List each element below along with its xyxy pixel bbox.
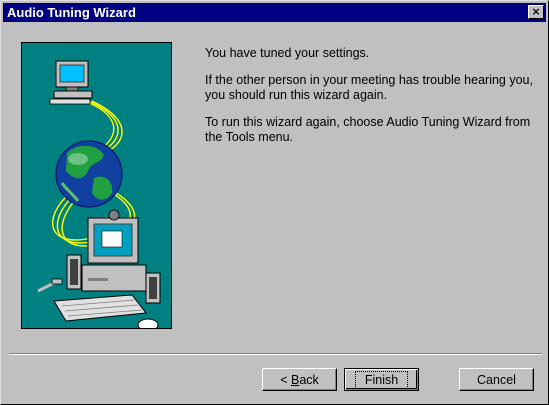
wizard-window: Audio Tuning Wizard × You have tuned you… <box>0 0 549 405</box>
message-paragraph-3: To run this wizard again, choose Audio T… <box>205 115 531 144</box>
cancel-label: Cancel <box>477 372 516 387</box>
message-paragraph-2: If the other person in your meeting has … <box>205 73 533 102</box>
wizard-message: You have tuned your settings. If the oth… <box>205 46 535 157</box>
close-button[interactable]: × <box>528 5 544 19</box>
message-paragraph-1: You have tuned your settings. <box>205 46 370 60</box>
cancel-button[interactable]: Cancel <box>459 368 534 391</box>
finish-label: Finish <box>354 370 409 389</box>
globe-icon <box>55 140 123 208</box>
mouse-icon <box>137 318 159 332</box>
close-icon: × <box>531 5 541 18</box>
back-label: < Back <box>280 372 319 387</box>
finish-button[interactable]: Finish <box>344 368 419 391</box>
title-bar[interactable]: Audio Tuning Wizard × <box>3 3 546 22</box>
desktop-computer-icon <box>81 209 147 292</box>
button-divider <box>9 353 542 355</box>
microphone-icon <box>37 278 63 293</box>
illustration-graphic <box>37 60 161 332</box>
computer-icon <box>49 60 93 105</box>
window-title: Audio Tuning Wizard <box>7 5 136 20</box>
keyboard-icon <box>53 294 147 322</box>
wizard-illustration <box>21 42 172 332</box>
back-button[interactable]: < Back <box>262 368 337 391</box>
